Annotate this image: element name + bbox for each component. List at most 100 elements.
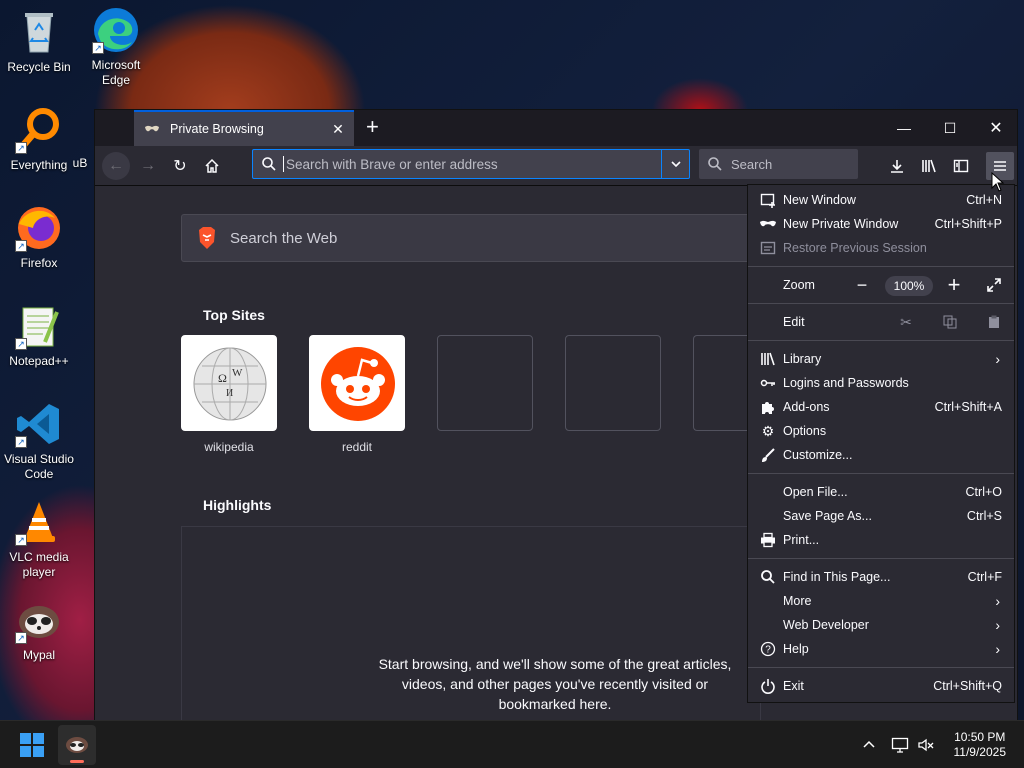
tab-close-icon[interactable]: ✕ [330, 121, 346, 137]
desktop-icon-mypal[interactable]: ↗ Mypal [1, 596, 77, 663]
chevron-right-icon: › [995, 641, 1000, 657]
menu-label: More [783, 594, 812, 608]
taskbar-app-browser[interactable] [58, 725, 96, 765]
zoom-out-button[interactable]: − [847, 270, 877, 300]
reload-button[interactable]: ↻ [166, 152, 194, 180]
search-placeholder: Search [731, 156, 773, 172]
network-icon[interactable] [891, 736, 909, 754]
search-icon [759, 568, 777, 586]
chevron-right-icon: › [995, 351, 1000, 367]
top-site-tile-empty[interactable] [437, 335, 533, 431]
back-button[interactable]: ← [102, 152, 130, 180]
maximize-button[interactable]: ☐ [927, 110, 973, 146]
close-window-button[interactable]: ✕ [973, 110, 1019, 146]
menu-shortcut: Ctrl+S [966, 509, 1002, 523]
menu-label: Library [783, 352, 822, 366]
power-icon [759, 677, 777, 695]
desktop-icon-vscode[interactable]: ↗ Visual Studio Code [1, 400, 77, 482]
menu-item-web-developer[interactable]: Web Developer › [748, 613, 1014, 637]
address-input[interactable] [284, 156, 661, 172]
cut-icon[interactable]: ✂ [891, 312, 921, 332]
forward-button[interactable]: → [134, 152, 162, 180]
desktop-icon-firefox[interactable]: ↗ Firefox [1, 204, 77, 271]
menu-label: Exit [783, 679, 804, 693]
top-site-tile-empty[interactable] [565, 335, 661, 431]
menu-label: Restore Previous Session [783, 241, 927, 255]
desktop-icon-edge[interactable]: ↗ Microsoft Edge [78, 6, 154, 88]
start-button[interactable] [20, 733, 44, 757]
menu-label: New Private Window [783, 217, 899, 231]
menu-item-options[interactable]: ⚙ Options [748, 419, 1014, 443]
navigation-toolbar: ← → ↻ Search [95, 146, 1017, 186]
menu-item-print[interactable]: Print... [748, 528, 1014, 552]
desktop-icon-label: Mypal [22, 648, 55, 662]
desktop-icon-label: Recycle Bin [7, 60, 71, 74]
menu-item-more[interactable]: More › [748, 589, 1014, 613]
sidebar-button[interactable] [947, 152, 975, 180]
volume-muted-icon[interactable] [917, 736, 935, 754]
downloads-button[interactable] [883, 152, 911, 180]
new-tab-button[interactable]: + [366, 116, 379, 138]
menu-label: New Window [783, 193, 856, 207]
menu-label: Save Page As... [783, 509, 872, 523]
brave-lion-icon [196, 226, 218, 250]
top-site-tile-empty[interactable] [693, 335, 753, 431]
top-site-tile[interactable] [309, 335, 405, 431]
library-button[interactable] [915, 152, 943, 180]
top-sites-heading: Top Sites [203, 307, 265, 323]
menu-shortcut: Ctrl+Shift+Q [933, 679, 1002, 693]
paste-icon[interactable] [979, 312, 1009, 332]
menu-item-library[interactable]: Library › [748, 347, 1014, 371]
menu-item-open-file[interactable]: Open File... Ctrl+O [748, 480, 1014, 504]
fullscreen-button[interactable] [979, 270, 1009, 300]
address-bar[interactable] [252, 149, 690, 179]
edge-icon: ↗ [92, 6, 140, 54]
menu-item-logins[interactable]: Logins and Passwords [748, 371, 1014, 395]
desktop-icon-notepadpp[interactable]: ↗ Notepad++ [1, 302, 77, 369]
menu-label: Help [783, 642, 809, 656]
tab-private-browsing[interactable]: Private Browsing ✕ [134, 110, 354, 146]
key-icon [759, 374, 777, 392]
menu-item-find[interactable]: Find in This Page... Ctrl+F [748, 565, 1014, 589]
system-clock[interactable]: 10:50 PM 11/9/2025 [954, 730, 1007, 760]
menu-item-exit[interactable]: Exit Ctrl+Shift+Q [748, 674, 1014, 698]
menu-separator [748, 667, 1014, 668]
minimize-button[interactable]: — [881, 110, 927, 146]
menu-item-addons[interactable]: Add-ons Ctrl+Shift+A [748, 395, 1014, 419]
top-site-tile[interactable]: ΩWИ [181, 335, 277, 431]
chevron-down-icon[interactable] [661, 150, 689, 178]
desktop-icon-label: VLC media player [9, 550, 69, 579]
menu-item-restore-session: Restore Previous Session [748, 236, 1014, 260]
vlc-icon: ↗ [15, 498, 63, 546]
search-icon [707, 156, 723, 172]
desktop-icon-label: Firefox [20, 256, 58, 270]
shortcut-arrow-icon: ↗ [15, 436, 27, 448]
web-search-placeholder: Search the Web [230, 229, 338, 247]
menu-item-zoom: Zoom [748, 273, 1014, 297]
menu-item-save-page[interactable]: Save Page As... Ctrl+S [748, 504, 1014, 528]
top-site-label: wikipedia [204, 440, 254, 454]
highlights-heading: Highlights [203, 497, 272, 513]
search-icon [261, 156, 277, 172]
desktop-icon-recycle-bin[interactable]: Recycle Bin [1, 8, 77, 75]
shortcut-arrow-icon: ↗ [92, 42, 104, 54]
desktop-icon-vlc[interactable]: ↗ VLC media player [1, 498, 77, 580]
menu-item-new-window[interactable]: New Window Ctrl+N [748, 188, 1014, 212]
home-button[interactable] [198, 152, 226, 180]
zoom-in-button[interactable]: + [939, 270, 969, 300]
menu-item-customize[interactable]: Customize... [748, 443, 1014, 467]
sidebar-icon [953, 159, 969, 173]
zoom-level[interactable]: 100% [885, 276, 933, 296]
menu-label: Options [783, 424, 827, 438]
web-search-box[interactable]: Search the Web [181, 214, 761, 262]
search-box[interactable]: Search [699, 149, 858, 179]
menu-label: Print... [783, 533, 820, 547]
chevron-up-icon[interactable] [860, 736, 878, 754]
svg-text:И: И [226, 388, 233, 399]
menu-label: Zoom [783, 278, 815, 292]
shortcut-arrow-icon: ↗ [15, 338, 27, 350]
menu-item-help[interactable]: ? Help › [748, 637, 1014, 661]
tab-title: Private Browsing [170, 122, 264, 136]
copy-icon[interactable] [935, 312, 965, 332]
menu-item-new-private-window[interactable]: New Private Window Ctrl+Shift+P [748, 212, 1014, 236]
